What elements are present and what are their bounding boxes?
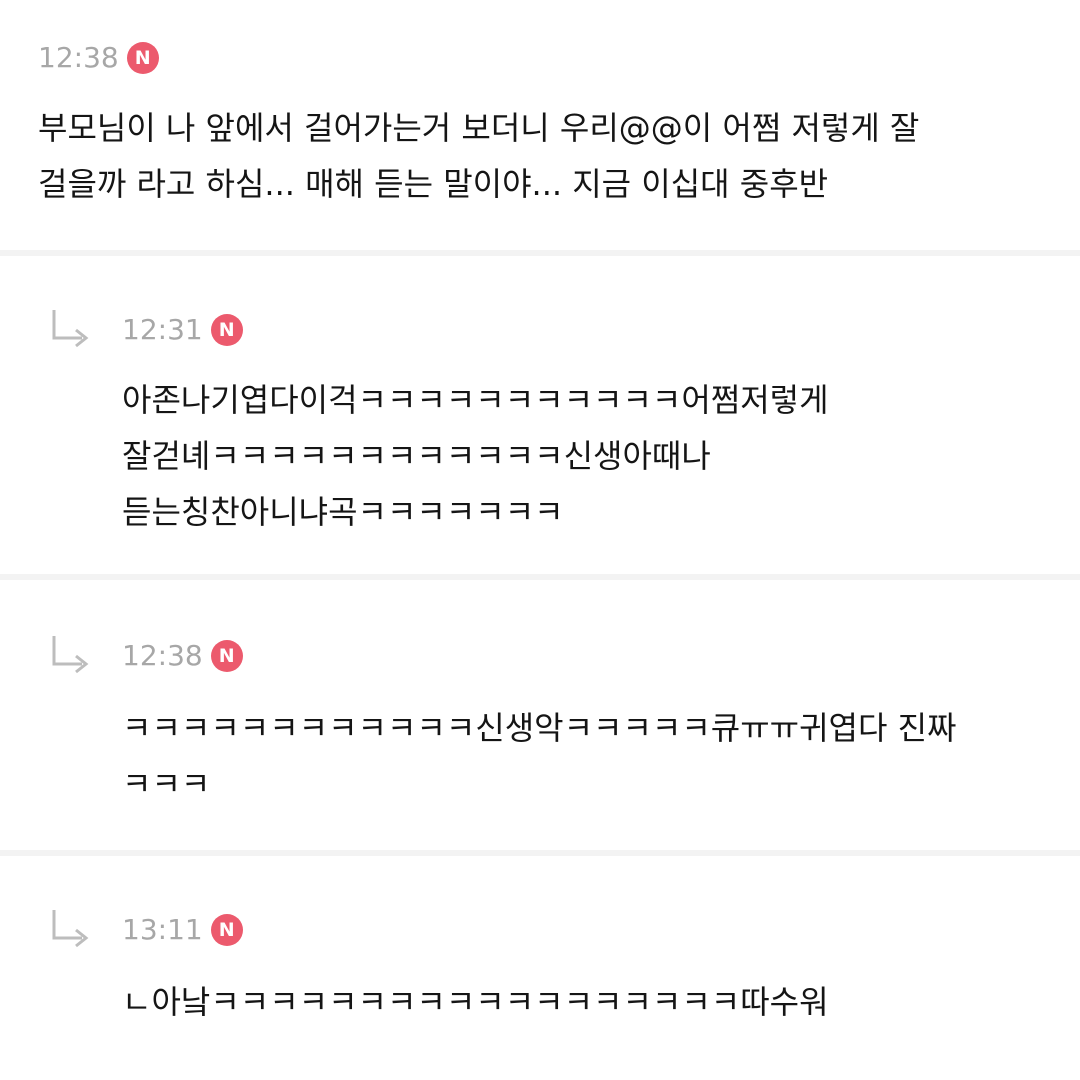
new-badge: N <box>210 640 243 672</box>
reply-arrow-icon <box>52 910 89 948</box>
new-badge: N <box>210 314 243 346</box>
comment-time: 13:11 <box>122 913 203 946</box>
reply-arrow-icon <box>52 636 89 674</box>
comment-meta: 12:38 N <box>122 636 243 676</box>
reply-arrow-icon <box>52 310 89 348</box>
comment-text: ㅋㅋㅋㅋㅋㅋㅋㅋㅋㅋㅋㅋ신생악ㅋㅋㅋㅋㅋ큐ㅠㅠ귀엽다 진짜 ㅋㅋㅋ <box>122 709 957 803</box>
comment-item: 12:38 N 부모님이 나 앞에서 걸어가는거 보더니 우리@@이 어쩜 저렇… <box>0 0 1080 250</box>
comment-meta: 12:38 N <box>38 38 159 78</box>
reply-item: 12:38 N ㅋㅋㅋㅋㅋㅋㅋㅋㅋㅋㅋㅋ신생악ㅋㅋㅋㅋㅋ큐ㅠㅠ귀엽다 진짜 ㅋㅋ… <box>0 580 1080 850</box>
comment-text: 부모님이 나 앞에서 걸어가는거 보더니 우리@@이 어쩜 저렇게 잘 걸을까 … <box>38 109 920 203</box>
comment-text: ㄴ아낰ㅋㅋㅋㅋㅋㅋㅋㅋㅋㅋㅋㅋㅋㅋㅋㅋㅋㅋ따수워 <box>122 983 829 1021</box>
new-badge: N <box>126 42 159 74</box>
comment-time: 12:38 <box>122 639 203 672</box>
comment-meta: 12:31 N <box>122 310 243 350</box>
comment-text: 아존나기엽다이걱ㅋㅋㅋㅋㅋㅋㅋㅋㅋㅋㅋ어쩜저렇게 잘걷녜ㅋㅋㅋㅋㅋㅋㅋㅋㅋㅋㅋㅋ… <box>122 381 829 531</box>
comment-thread: 12:38 N 부모님이 나 앞에서 걸어가는거 보더니 우리@@이 어쩜 저렇… <box>0 0 1080 1080</box>
comment-meta: 13:11 N <box>122 910 243 950</box>
comment-time: 12:31 <box>122 313 203 346</box>
comment-time: 12:38 <box>38 41 119 74</box>
reply-item: 12:31 N 아존나기엽다이걱ㅋㅋㅋㅋㅋㅋㅋㅋㅋㅋㅋ어쩜저렇게 잘걷녜ㅋㅋㅋㅋ… <box>0 256 1080 574</box>
reply-item: 13:11 N ㄴ아낰ㅋㅋㅋㅋㅋㅋㅋㅋㅋㅋㅋㅋㅋㅋㅋㅋㅋㅋ따수워 <box>0 856 1080 1080</box>
new-badge: N <box>210 914 243 946</box>
